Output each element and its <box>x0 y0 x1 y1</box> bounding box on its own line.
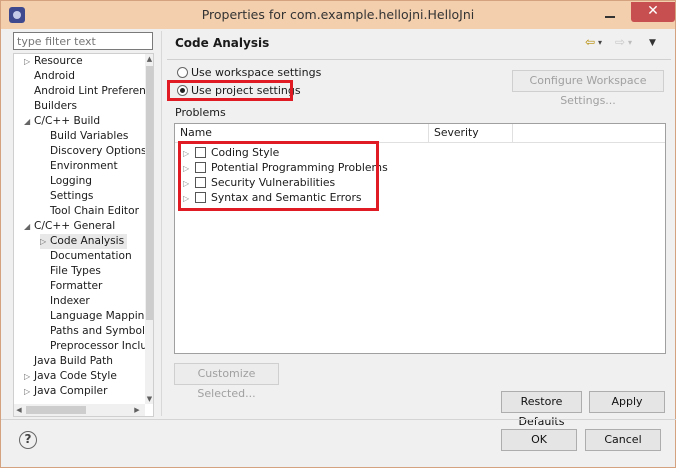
tree-item-label: Code Analysis <box>50 235 125 247</box>
highlight-box <box>167 80 293 101</box>
expand-arrow-icon[interactable]: ▷ <box>24 384 34 399</box>
tree-item-label: Logging <box>50 175 93 187</box>
tree-item-label: Build Variables <box>50 130 129 142</box>
highlight-box <box>178 141 379 211</box>
tree-item-formatter[interactable]: Formatter <box>50 279 102 294</box>
tree-item-label: C/C++ General <box>34 220 116 232</box>
cancel-button[interactable]: Cancel <box>585 429 661 451</box>
tree-item-environment[interactable]: Environment <box>50 159 118 174</box>
collapse-arrow-icon[interactable]: ◢ <box>24 114 34 129</box>
tree-horizontal-scrollbar[interactable]: ◀ ▶ <box>14 404 145 416</box>
expand-arrow-icon[interactable]: ▷ <box>40 234 50 249</box>
tree-item-documentation[interactable]: Documentation <box>50 249 132 264</box>
tree-item-android[interactable]: Android <box>34 69 75 84</box>
tree-item-label: Builders <box>34 100 77 112</box>
tree-item-android-lint[interactable]: Android Lint Preferences <box>34 84 154 99</box>
window-title: Properties for com.example.hellojni.Hell… <box>201 7 475 22</box>
tree-item-indexer[interactable]: Indexer <box>50 294 90 309</box>
scroll-thumb[interactable] <box>146 66 153 320</box>
configure-workspace-button[interactable]: Configure Workspace Settings... <box>512 70 664 107</box>
restore-defaults-button[interactable]: Restore Defaults <box>501 391 582 428</box>
tree-item-discovery-options[interactable]: Discovery Options <box>50 144 147 159</box>
code-analysis-page: Code Analysis ⇦ ▾ ⇨ ▾ ▼ Use workspace se… <box>167 29 671 428</box>
tree-item-label: Android Lint Preferences <box>34 85 154 97</box>
left-pane: ▷Resource Android Android Lint Preferenc… <box>9 31 155 417</box>
title-separator <box>167 59 671 60</box>
expand-arrow-icon[interactable]: ▷ <box>24 54 34 69</box>
minimize-button[interactable] <box>603 7 617 21</box>
tree-item-label: Paths and Symbols <box>50 325 151 337</box>
tree-item-label: Preprocessor Include Paths <box>50 340 153 352</box>
column-header-severity[interactable]: Severity <box>429 124 513 142</box>
preference-tree[interactable]: ▷ Resource Android Android Lint Preferenc… <box>13 53 154 417</box>
tree-item-label: Environment <box>50 160 118 172</box>
tree-item-java-compiler[interactable]: ▷ Java Compiler <box>24 384 107 399</box>
tree-item-label: Documentation <box>50 250 132 262</box>
tree-item-tool-chain-editor[interactable]: Tool Chain Editor <box>50 204 139 219</box>
pane-divider[interactable] <box>161 31 162 416</box>
footer-separator <box>1 419 676 420</box>
tree-item-file-types[interactable]: File Types <box>50 264 101 279</box>
tree-item-label: Resource <box>34 55 83 67</box>
tree-item-cpp-build[interactable]: ◢ C/C++ Build <box>24 114 100 129</box>
tree-item-label: Java Build Path <box>34 355 113 367</box>
problems-table: Name Severity ▷ Coding Style ▷ Potential P… <box>174 123 666 354</box>
close-button[interactable]: ✕ <box>631 2 675 22</box>
back-menu-icon[interactable]: ▾ <box>598 38 602 47</box>
scroll-right-icon[interactable]: ▶ <box>132 404 142 416</box>
tree-item-label: Android <box>34 70 75 82</box>
tree-item-paths-and-symbols[interactable]: Paths and Symbols <box>50 324 150 339</box>
forward-menu-icon[interactable]: ▾ <box>628 38 632 47</box>
tree-item-java-build-path[interactable]: Java Build Path <box>34 354 113 369</box>
scroll-thumb[interactable] <box>26 406 86 414</box>
column-header-name[interactable]: Name <box>175 124 429 142</box>
page-title: Code Analysis <box>175 36 270 50</box>
view-menu-icon[interactable]: ▼ <box>649 38 656 48</box>
tree-item-label: Java Code Style <box>34 370 117 382</box>
tree-item-label: Discovery Options <box>50 145 147 157</box>
tree-item-label: File Types <box>50 265 101 277</box>
filter-input[interactable] <box>13 32 153 50</box>
tree-item-build-variables[interactable]: Build Variables <box>50 129 128 144</box>
scroll-left-icon[interactable]: ◀ <box>14 404 24 416</box>
tree-item-preprocessor-include[interactable]: Preprocessor Include Paths <box>50 339 153 354</box>
scroll-up-icon[interactable]: ▲ <box>145 54 153 64</box>
help-icon[interactable]: ? <box>19 431 37 449</box>
tree-item-builders[interactable]: Builders <box>34 99 77 114</box>
radio-button-icon[interactable] <box>177 67 188 78</box>
page-navigation: ⇦ ▾ ⇨ ▾ ▼ <box>585 35 665 51</box>
scroll-down-icon[interactable]: ▼ <box>145 394 153 404</box>
tree-item-label: Tool Chain Editor <box>50 205 139 217</box>
tree-item-settings[interactable]: Settings <box>50 189 93 204</box>
tree-item-java-code-style[interactable]: ▷ Java Code Style <box>24 369 117 384</box>
forward-arrow-icon[interactable]: ⇨ <box>615 35 625 49</box>
properties-dialog: Properties for com.example.hellojni.Hell… <box>0 0 676 468</box>
apply-button[interactable]: Apply <box>589 391 665 413</box>
radio-workspace-settings[interactable]: Use workspace settings <box>177 65 321 80</box>
customize-selected-button[interactable]: Customize Selected... <box>174 363 279 400</box>
tree-item-code-analysis[interactable]: ▷ Code Analysis <box>40 234 128 249</box>
collapse-arrow-icon[interactable]: ◢ <box>24 219 34 234</box>
radio-label: Use workspace settings <box>191 66 322 79</box>
problems-label: Problems <box>175 106 226 119</box>
tree-item-cpp-general[interactable]: ◢ C/C++ General <box>24 219 115 234</box>
tree-item-label: Language Mappings <box>50 310 154 322</box>
tree-item-label: Formatter <box>50 280 103 292</box>
tree-item-label: Java Compiler <box>34 385 108 397</box>
title-bar: Properties for com.example.hellojni.Hell… <box>1 1 675 29</box>
tree-item-label: Settings <box>50 190 94 202</box>
tree-item-label: C/C++ Build <box>34 115 101 127</box>
tree-vertical-scrollbar[interactable]: ▲ ▼ <box>145 54 153 404</box>
expand-arrow-icon[interactable]: ▷ <box>24 369 34 384</box>
tree-item-label: Indexer <box>50 295 90 307</box>
tree-item-logging[interactable]: Logging <box>50 174 92 189</box>
tree-item-language-mappings[interactable]: Language Mappings <box>50 309 154 324</box>
back-arrow-icon[interactable]: ⇦ <box>585 35 595 49</box>
tree-item-resource[interactable]: ▷ Resource <box>24 54 83 69</box>
ok-button[interactable]: OK <box>501 429 577 451</box>
